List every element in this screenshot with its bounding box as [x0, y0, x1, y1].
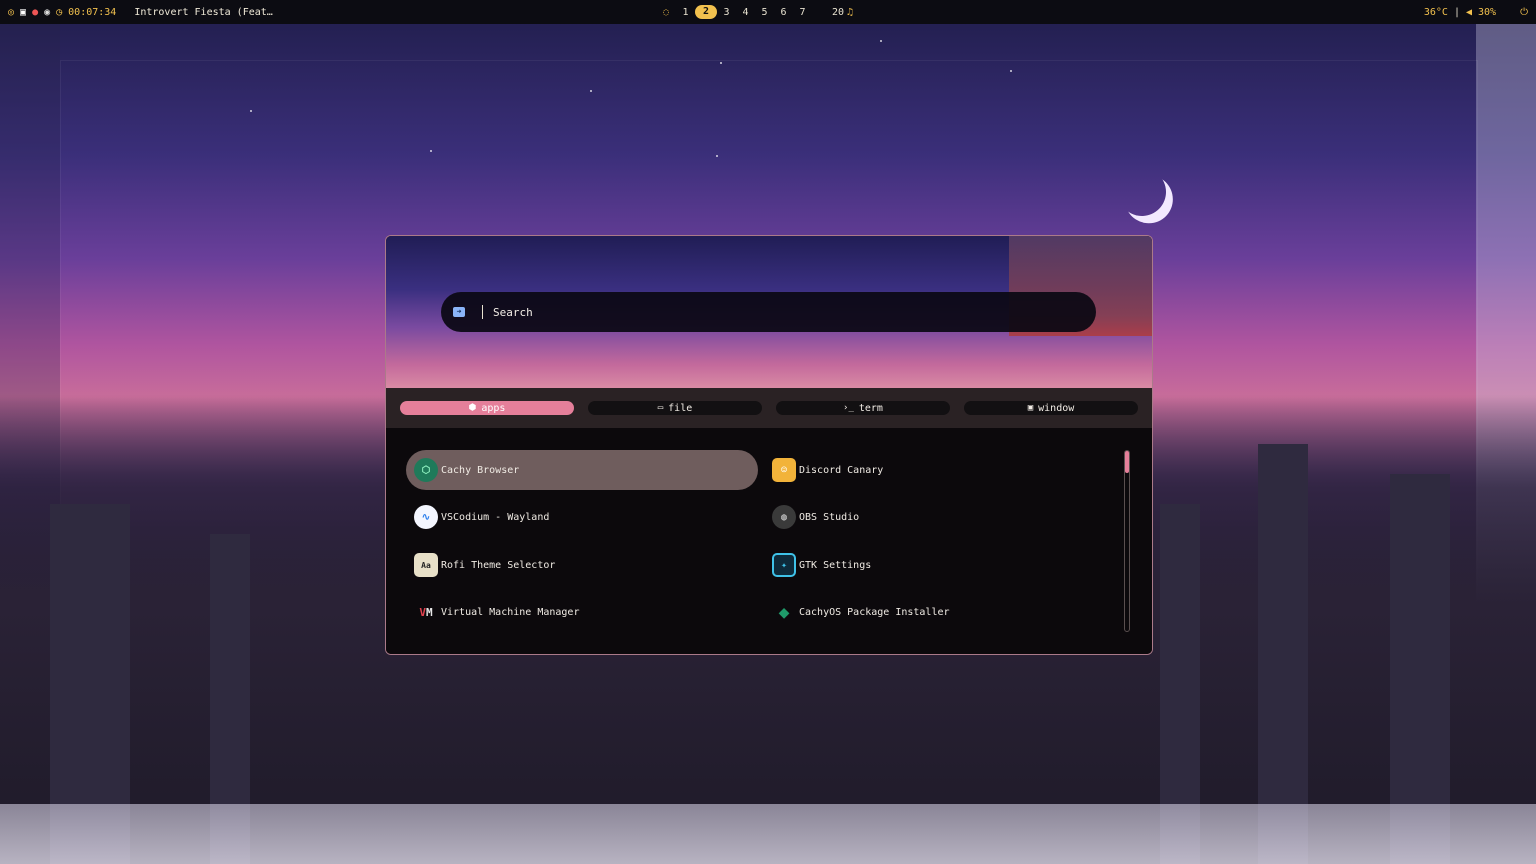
star [880, 40, 882, 42]
mode-switcher: ⬢ apps ▭ file ›_ term ▣ window [386, 388, 1152, 428]
list-item-cachyos-package-installer[interactable]: ◆ CachyOS Package Installer [764, 592, 1116, 632]
balcony-floor [0, 804, 1536, 864]
rofi-icon: Aa [414, 553, 438, 577]
list-item-virtual-machine-manager[interactable]: VM Virtual Machine Manager [406, 592, 758, 632]
app-label: Virtual Machine Manager [441, 606, 580, 618]
mode-label: term [858, 402, 883, 414]
launcher-header-image: ➜ Search [386, 236, 1152, 388]
workspace-4[interactable]: 4 [736, 7, 755, 18]
virt-manager-icon: VM [419, 605, 433, 619]
media-title[interactable]: Introvert Fiesta (Feat… [134, 7, 272, 18]
scrollbar[interactable] [1124, 450, 1130, 632]
clock-icon: ◷ [56, 6, 63, 18]
app-list: ⬡ Cachy Browser ☺ Discord Canary ∿ VSCod… [386, 428, 1152, 654]
clock-text: 00:07:34 [68, 6, 117, 18]
text-caret [482, 305, 483, 319]
scrollbar-thumb[interactable] [1125, 451, 1129, 473]
discord-icon[interactable]: ◉ [44, 7, 50, 18]
star [430, 150, 432, 152]
obs-icon: ◍ [772, 505, 796, 529]
arrow-right-icon: ➜ [453, 307, 465, 317]
mode-file[interactable]: ▭ file [588, 401, 762, 415]
notification-count[interactable]: 20 [832, 7, 844, 18]
workspace-switcher: ◌ 1 2 3 4 5 6 7 20 ♫ [656, 0, 853, 24]
volume-icon[interactable]: ◀ [1466, 7, 1472, 18]
window-icon: ▣ [1027, 403, 1034, 413]
mode-label: window [1038, 402, 1075, 414]
folder-icon: ▭ [657, 403, 664, 413]
list-item-cachy-browser[interactable]: ⬡ Cachy Browser [406, 450, 758, 490]
vscodium-icon: ∿ [414, 505, 438, 529]
app-label: GTK Settings [799, 559, 872, 571]
star [1010, 70, 1012, 72]
workspace-3[interactable]: 3 [717, 7, 736, 18]
temperature: 36°C [1423, 6, 1448, 18]
list-item-obs-studio[interactable]: ◍ OBS Studio [764, 497, 1116, 537]
list-item-rofi-theme-selector[interactable]: Aa Rofi Theme Selector [406, 545, 758, 585]
top-bar: ◎ ▣ ● ◉ ◷ 00:07:34 Introvert Fiesta (Fea… [0, 0, 1536, 24]
workspace-2[interactable]: 2 [695, 5, 717, 19]
mode-label: apps [481, 402, 506, 414]
workspace-7[interactable]: 7 [793, 7, 812, 18]
app-label: VSCodium - Wayland [441, 511, 550, 523]
mode-apps[interactable]: ⬢ apps [400, 401, 574, 415]
star [250, 110, 252, 112]
star [716, 155, 718, 157]
gtk-settings-icon: ✦ [772, 553, 796, 577]
recording-icon[interactable]: ● [32, 7, 38, 18]
list-item-gtk-settings[interactable]: ✦ GTK Settings [764, 545, 1116, 585]
app-label: CachyOS Package Installer [799, 606, 950, 618]
mode-term[interactable]: ›_ term [776, 401, 950, 415]
app-label: OBS Studio [799, 511, 860, 523]
cube-icon: ⬢ [468, 403, 477, 413]
window-icon[interactable]: ▣ [20, 7, 26, 18]
list-item-discord-canary[interactable]: ☺ Discord Canary [764, 450, 1116, 490]
workspace-5[interactable]: 5 [755, 7, 774, 18]
power-icon[interactable]: ⏻ [1520, 7, 1528, 18]
separator: | [1453, 6, 1460, 18]
eye-off-icon[interactable]: ◎ [8, 7, 14, 18]
top-bar-right: 36°C | ◀ 30% ⏻ [1424, 0, 1528, 24]
building [1258, 444, 1308, 864]
bell-icon[interactable]: ♫ [847, 7, 853, 18]
cachy-browser-icon: ⬡ [414, 458, 438, 482]
app-launcher: ➜ Search ⬢ apps ▭ file ›_ term ▣ window … [385, 235, 1153, 655]
discord-canary-icon: ☺ [772, 458, 796, 482]
power-glyph-icon: ◌ [662, 6, 670, 18]
star [590, 90, 592, 92]
top-bar-left: ◎ ▣ ● ◉ ◷ 00:07:34 Introvert Fiesta (Fea… [8, 0, 273, 24]
app-label: Cachy Browser [441, 464, 520, 476]
terminal-icon: ›_ [843, 403, 854, 413]
list-item-vscodium[interactable]: ∿ VSCodium - Wayland [406, 497, 758, 537]
star [720, 62, 722, 64]
workspace-6[interactable]: 6 [774, 7, 793, 18]
search-input[interactable]: Search [493, 306, 533, 319]
package-installer-icon: ◆ [778, 601, 790, 623]
workspace-1[interactable]: 1 [676, 7, 695, 18]
app-label: Rofi Theme Selector [441, 559, 556, 571]
volume-level[interactable]: 30% [1478, 7, 1496, 18]
mode-label: file [668, 402, 693, 414]
mode-window[interactable]: ▣ window [964, 401, 1138, 415]
search-bar[interactable]: ➜ Search [441, 292, 1096, 332]
app-label: Discord Canary [799, 464, 884, 476]
